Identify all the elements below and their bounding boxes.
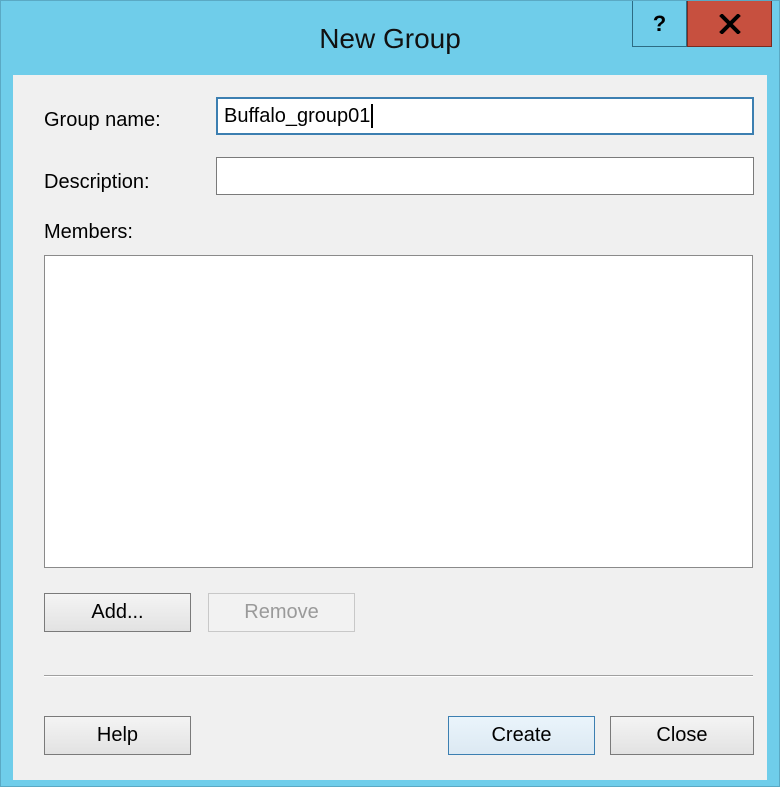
title-help-button[interactable]: ? xyxy=(632,1,687,47)
title-close-button[interactable] xyxy=(687,1,772,47)
group-name-label: Group name: xyxy=(44,109,161,131)
text-caret xyxy=(371,104,374,128)
close-button[interactable]: Close xyxy=(610,716,754,755)
add-button[interactable]: Add... xyxy=(44,593,191,632)
title-bar[interactable]: New Group ? xyxy=(1,1,779,83)
new-group-dialog: New Group ? Group name: Buffalo_group01 … xyxy=(0,0,780,787)
description-input[interactable] xyxy=(216,157,754,195)
members-list[interactable] xyxy=(44,255,753,568)
help-button[interactable]: Help xyxy=(44,716,191,755)
group-name-input[interactable]: Buffalo_group01 xyxy=(216,97,754,135)
dialog-body: Group name: Buffalo_group01 Description:… xyxy=(13,75,767,780)
create-button[interactable]: Create xyxy=(448,716,595,755)
separator xyxy=(44,675,753,677)
close-icon xyxy=(718,13,741,34)
group-name-value: Buffalo_group01 xyxy=(224,104,371,127)
remove-button[interactable]: Remove xyxy=(208,593,355,632)
description-label: Description: xyxy=(44,171,150,193)
members-label: Members: xyxy=(44,221,133,243)
